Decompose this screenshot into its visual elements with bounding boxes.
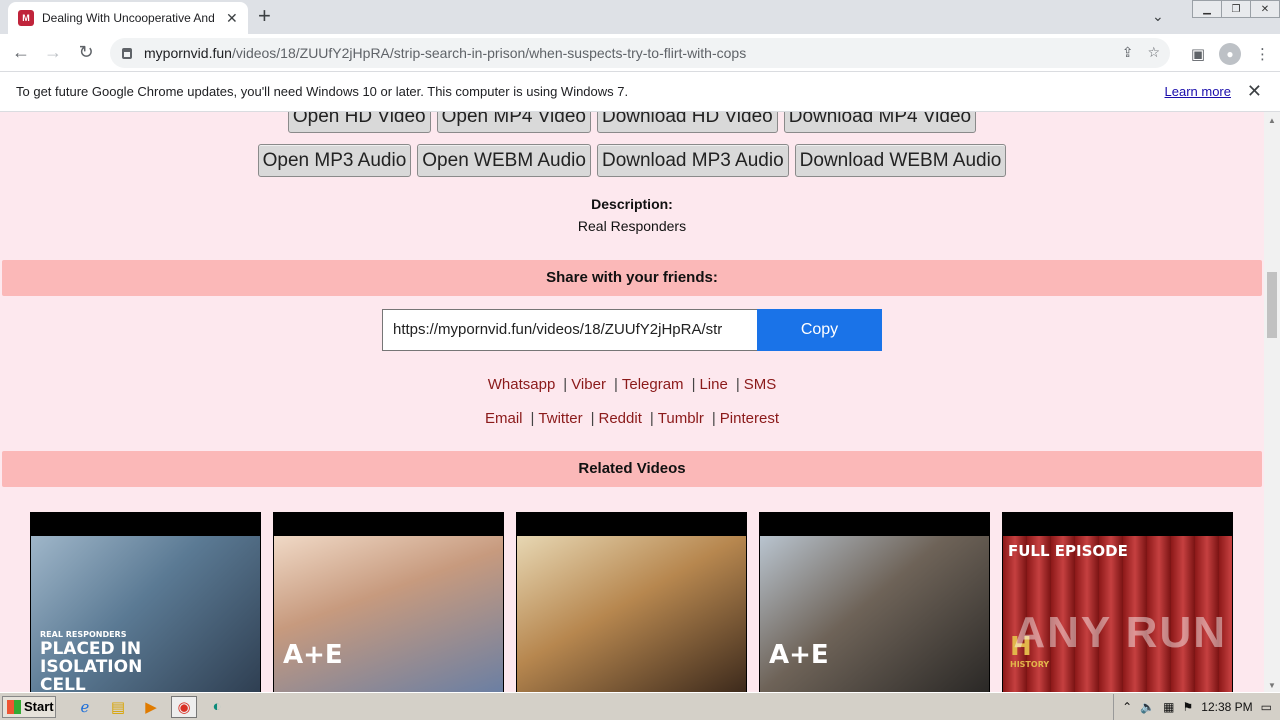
address-bar[interactable]: mypornvid.fun/videos/18/ZUUfY2jHpRA/stri… — [110, 38, 1170, 68]
browser-toolbar: ← → ↻ mypornvid.fun/videos/18/ZUUfY2jHpR… — [0, 34, 1280, 72]
video-buttons-row: Open HD Video Open MP4 Video Download HD… — [0, 112, 1264, 133]
share-link-line[interactable]: Line — [699, 376, 727, 393]
download-mp4-video-button[interactable]: Download MP4 Video — [783, 112, 977, 133]
new-tab-button[interactable]: + — [258, 5, 271, 27]
site-favicon-icon: M — [18, 10, 34, 26]
related-videos-heading: Related Videos — [2, 451, 1262, 487]
window-close-button[interactable]: ✕ — [1250, 0, 1280, 18]
tray-expand-icon[interactable]: ⌃ — [1122, 700, 1132, 714]
file-explorer-icon[interactable]: ▤ — [105, 696, 131, 718]
start-button[interactable]: Start — [2, 695, 56, 718]
share-link-email[interactable]: Email — [485, 410, 523, 427]
restore-button[interactable]: ❐ — [1221, 0, 1251, 18]
media-player-icon[interactable]: ▶ — [138, 696, 164, 718]
related-video-thumbnail[interactable]: REAL RESPONDERS PLACED IN ISOLATION CELL — [30, 512, 261, 692]
lock-icon — [122, 47, 132, 59]
scroll-up-arrow-icon[interactable]: ▲ — [1268, 116, 1276, 125]
open-mp3-audio-button[interactable]: Open MP3 Audio — [257, 144, 412, 177]
windows-logo-icon — [7, 699, 21, 714]
share-link-twitter[interactable]: Twitter — [538, 410, 582, 427]
system-tray: ⌃ 🔈 ▦ ⚑ 12:38 PM ▭ — [1113, 694, 1280, 720]
share-link-sms[interactable]: SMS — [744, 376, 777, 393]
scroll-down-arrow-icon[interactable]: ▼ — [1268, 681, 1276, 690]
anyrun-watermark: ANY RUN — [1013, 608, 1227, 657]
browser-tab[interactable]: M Dealing With Uncooperative And Dru ✕ — [8, 2, 248, 34]
show-desktop-icon[interactable]: ▭ — [1261, 700, 1272, 714]
open-webm-audio-button[interactable]: Open WEBM Audio — [417, 144, 591, 177]
action-center-flag-icon[interactable]: ⚑ — [1183, 700, 1194, 714]
share-url-input[interactable]: https://mypornvid.fun/videos/18/ZUUfY2jH… — [382, 309, 757, 351]
open-mp4-video-button[interactable]: Open MP4 Video — [436, 112, 591, 133]
open-hd-video-button[interactable]: Open HD Video — [287, 112, 431, 133]
profile-avatar-icon[interactable]: ● — [1219, 43, 1241, 65]
windows-taskbar: Start ℯ ▤ ▶ ◉ ◐ ⌃ 🔈 ▦ ⚑ 12:38 PM ▭ — [0, 692, 1280, 720]
page-content: Open HD Video Open MP4 Video Download HD… — [0, 112, 1264, 692]
related-videos-grid: REAL RESPONDERS PLACED IN ISOLATION CELL… — [30, 512, 1233, 692]
update-infobar: To get future Google Chrome updates, you… — [0, 72, 1280, 112]
ae-logo: A+E — [283, 640, 343, 670]
share-link-tumblr[interactable]: Tumblr — [658, 410, 704, 427]
edge-icon[interactable]: ◐ — [204, 696, 230, 718]
share-link-reddit[interactable]: Reddit — [599, 410, 642, 427]
vertical-scrollbar[interactable]: ▲ ▼ — [1264, 112, 1280, 692]
thumb-caption: PLACED IN ISOLATION CELL — [40, 639, 143, 692]
ae-logo: A+E — [769, 640, 829, 670]
share-link-viber[interactable]: Viber — [571, 376, 606, 393]
history-logo-text: HISTORY — [1010, 660, 1050, 669]
volume-icon[interactable]: 🔈 — [1140, 700, 1155, 714]
reload-icon[interactable]: ↻ — [75, 42, 97, 63]
download-hd-video-button[interactable]: Download HD Video — [596, 112, 778, 133]
share-icon[interactable]: ⇪ — [1122, 44, 1134, 61]
back-arrow-icon[interactable]: ← — [10, 42, 32, 63]
share-link-telegram[interactable]: Telegram — [622, 376, 684, 393]
minimize-button[interactable]: ▁ — [1192, 0, 1222, 18]
share-heading: Share with your friends: — [2, 260, 1262, 296]
tab-close-icon[interactable]: ✕ — [226, 10, 238, 27]
description-label: Description: — [591, 196, 673, 212]
infobar-close-icon[interactable]: ✕ — [1247, 81, 1262, 102]
infobar-message: To get future Google Chrome updates, you… — [16, 84, 629, 99]
scrollbar-thumb[interactable] — [1267, 272, 1277, 338]
share-link-pinterest[interactable]: Pinterest — [720, 410, 779, 427]
internet-explorer-icon[interactable]: ℯ — [72, 696, 98, 718]
thumb-caption: FULL EPISODE — [1008, 542, 1128, 560]
chrome-taskbar-icon[interactable]: ◉ — [171, 695, 197, 718]
related-video-thumbnail[interactable]: A+E — [759, 512, 990, 692]
share-link-whatsapp[interactable]: Whatsapp — [488, 376, 556, 393]
learn-more-link[interactable]: Learn more — [1165, 84, 1231, 99]
download-mp3-audio-button[interactable]: Download MP3 Audio — [596, 144, 789, 177]
description-text: Real Responders — [577, 218, 687, 234]
forward-arrow-icon[interactable]: → — [42, 42, 64, 63]
related-video-thumbnail[interactable] — [516, 512, 747, 692]
copy-button[interactable]: Copy — [757, 309, 882, 351]
network-icon[interactable]: ▦ — [1163, 700, 1174, 714]
tab-strip: M Dealing With Uncooperative And Dru ✕ +… — [0, 0, 1280, 34]
download-webm-audio-button[interactable]: Download WEBM Audio — [794, 144, 1007, 177]
tab-search-chevron-icon[interactable]: ⌄ — [1152, 8, 1164, 25]
clock[interactable]: 12:38 PM — [1201, 700, 1252, 714]
share-url-box: https://mypornvid.fun/videos/18/ZUUfY2jH… — [382, 309, 882, 351]
tab-title: Dealing With Uncooperative And Dru — [42, 11, 218, 25]
audio-buttons-row: Open MP3 Audio Open WEBM Audio Download … — [0, 144, 1264, 177]
menu-kebab-icon[interactable]: ⋮ — [1255, 45, 1270, 63]
url-text: mypornvid.fun/videos/18/ZUUfY2jHpRA/stri… — [144, 45, 747, 61]
related-video-thumbnail[interactable]: FULL EPISODE H HISTORY ANY RUN — [1002, 512, 1233, 692]
side-panel-icon[interactable]: ▣ — [1191, 45, 1205, 63]
related-video-thumbnail[interactable]: A+E — [273, 512, 504, 692]
share-links-row2: Email | Twitter | Reddit | Tumblr | Pint… — [484, 410, 779, 427]
thumb-brand-text: REAL RESPONDERS — [40, 630, 127, 639]
share-links-row1: Whatsapp | Viber | Telegram | Line | SMS — [487, 376, 777, 393]
bookmark-star-icon[interactable]: ☆ — [1147, 44, 1160, 61]
